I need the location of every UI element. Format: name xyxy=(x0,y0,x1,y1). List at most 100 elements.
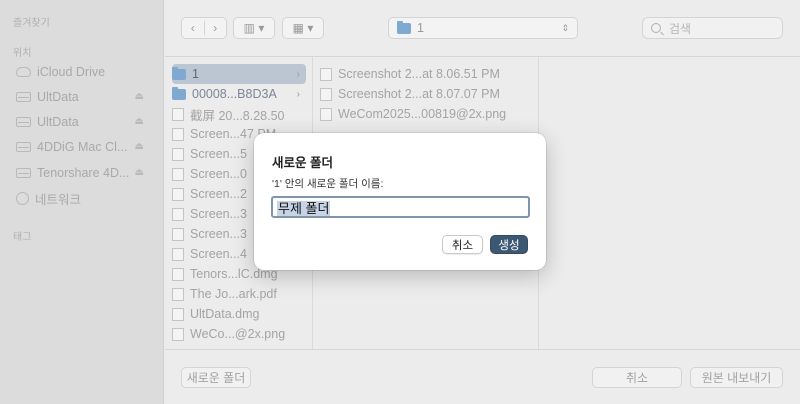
dmg-file-icon xyxy=(172,307,184,321)
sidebar: 즐겨찾기 위치 iCloud Drive UltData ⏏ UltData ⏏… xyxy=(0,0,164,404)
cancel-button[interactable]: 취소 xyxy=(592,367,682,388)
item-label: 1 xyxy=(192,67,199,81)
search-input[interactable]: 검색 xyxy=(642,17,783,39)
image-file-icon xyxy=(172,327,184,341)
file-dialog-window: 즐겨찾기 위치 iCloud Drive UltData ⏏ UltData ⏏… xyxy=(0,0,800,404)
item-label: UltData.dmg xyxy=(190,307,260,321)
sidebar-locations-header: 위치 xyxy=(13,48,32,59)
image-file-icon xyxy=(172,227,184,241)
new-folder-button[interactable]: 새로운 폴더 xyxy=(181,367,251,388)
globe-icon xyxy=(16,191,29,205)
sidebar-item-network[interactable]: 네트워크 xyxy=(16,187,156,209)
forward-button[interactable]: › xyxy=(205,21,227,35)
eject-icon[interactable]: ⏏ xyxy=(135,141,144,152)
item-label: Screen...4 xyxy=(190,247,247,261)
nav-buttons: ‹ › xyxy=(181,17,227,39)
sidebar-tags-header: 태그 xyxy=(13,232,32,243)
list-item[interactable]: UltData.dmg xyxy=(172,304,259,324)
item-label: 00008...B8D3A xyxy=(192,87,277,101)
dialog-title: 새로운 폴더 xyxy=(272,156,333,170)
item-label: Screen...3 xyxy=(190,207,247,221)
search-placeholder: 검색 xyxy=(669,21,692,36)
folder-icon xyxy=(172,66,186,80)
chevron-right-icon: › xyxy=(296,88,300,100)
folder-icon xyxy=(172,86,186,100)
sidebar-favorites-header: 즐겨찾기 xyxy=(13,18,50,29)
pdf-file-icon xyxy=(172,287,184,301)
chevron-updown-icon: ⇕ xyxy=(561,22,569,33)
bottom-bar: 새로운 폴더 취소 원본 내보내기 xyxy=(165,349,800,404)
chevron-right-icon: › xyxy=(296,68,300,80)
folder-name-value: 무제 폴더 xyxy=(277,201,331,216)
eject-icon[interactable]: ⏏ xyxy=(135,116,144,127)
sidebar-item-icloud-drive[interactable]: iCloud Drive xyxy=(16,61,156,83)
folder-icon xyxy=(397,20,411,34)
column-view-button[interactable]: ▥ ▾ xyxy=(233,17,275,39)
eject-icon[interactable]: ⏏ xyxy=(135,91,144,102)
item-label: Screen...5 xyxy=(190,147,247,161)
sidebar-item-label: iCloud Drive xyxy=(37,65,106,79)
list-item[interactable]: 00008...B8D3A › xyxy=(172,84,306,104)
search-icon xyxy=(651,23,661,33)
create-button[interactable]: 생성 xyxy=(490,235,528,254)
image-file-icon xyxy=(172,107,184,121)
disk-icon xyxy=(16,117,31,127)
disk-icon xyxy=(16,92,31,102)
sidebar-item-ultdata-2[interactable]: UltData ⏏ xyxy=(16,111,156,133)
item-label: WeCom2025...00819@2x.png xyxy=(338,107,507,121)
sidebar-item-label: UltData xyxy=(37,90,79,104)
image-file-icon xyxy=(320,107,332,121)
list-item[interactable]: Screenshot 2...at 8.07.07 PM xyxy=(320,84,500,104)
list-item[interactable]: The Jo...ark.pdf xyxy=(172,284,277,304)
item-label: 截屏 20...8.28.50 xyxy=(190,108,285,123)
sidebar-item-label: 4DDiG Mac Cl... xyxy=(37,140,128,154)
image-file-icon xyxy=(320,87,332,101)
item-label: Screen...2 xyxy=(190,187,247,201)
path-label: 1 xyxy=(417,21,424,35)
column-3[interactable] xyxy=(539,57,800,349)
list-item[interactable]: Screen...5 xyxy=(172,144,247,164)
item-label: WeCo...@2x.png xyxy=(190,327,286,341)
folder-name-field[interactable]: 무제 폴더 xyxy=(271,196,530,218)
sidebar-item-label: Tenorshare 4D... xyxy=(37,166,130,180)
list-item[interactable]: Screenshot 2...at 8.06.51 PM xyxy=(320,64,500,84)
list-item[interactable]: Screen...4 xyxy=(172,244,247,264)
sidebar-item-4ddig[interactable]: 4DDiG Mac Cl... ⏏ xyxy=(16,136,156,158)
list-item[interactable]: Screen...3 xyxy=(172,204,247,224)
sidebar-item-label: 네트워크 xyxy=(35,192,82,207)
dmg-file-icon xyxy=(172,267,184,281)
list-item[interactable]: 截屏 20...8.28.50 xyxy=(172,104,285,124)
image-file-icon xyxy=(172,207,184,221)
list-item[interactable]: Screen...3 xyxy=(172,224,247,244)
eject-icon[interactable]: ⏏ xyxy=(135,167,144,178)
image-file-icon xyxy=(320,67,332,81)
export-original-button[interactable]: 원본 내보내기 xyxy=(690,367,783,388)
image-file-icon xyxy=(172,147,184,161)
image-file-icon xyxy=(172,167,184,181)
item-label: The Jo...ark.pdf xyxy=(190,287,277,301)
new-folder-dialog: 새로운 폴더 '1' 안의 새로운 폴더 이름: 무제 폴더 취소 생성 xyxy=(254,133,546,270)
item-label: Screen...3 xyxy=(190,227,247,241)
group-view-button[interactable]: ▦ ▾ xyxy=(282,17,324,39)
image-file-icon xyxy=(172,187,184,201)
list-item[interactable]: WeCom2025...00819@2x.png xyxy=(320,104,506,124)
sidebar-item-label: UltData xyxy=(37,115,79,129)
item-label: Screen...0 xyxy=(190,167,247,181)
sidebar-item-ultdata-1[interactable]: UltData ⏏ xyxy=(16,86,156,108)
image-file-icon xyxy=(172,247,184,261)
disk-icon xyxy=(16,168,31,178)
list-item[interactable]: Screen...2 xyxy=(172,184,247,204)
list-item[interactable]: WeCo...@2x.png xyxy=(172,324,285,344)
dialog-cancel-button[interactable]: 취소 xyxy=(442,235,483,254)
back-button[interactable]: ‹ xyxy=(182,21,204,35)
sidebar-item-tenorshare[interactable]: Tenorshare 4D... ⏏ xyxy=(16,162,156,184)
item-label: Screenshot 2...at 8.06.51 PM xyxy=(338,67,500,81)
cloud-icon xyxy=(16,67,31,77)
item-label: Screenshot 2...at 8.07.07 PM xyxy=(338,87,500,101)
image-file-icon xyxy=(172,127,184,141)
list-item[interactable]: 1 › xyxy=(172,64,306,84)
dialog-field-label: '1' 안의 새로운 폴더 이름: xyxy=(272,178,384,190)
disk-icon xyxy=(16,142,31,152)
path-popup[interactable]: 1 ⇕ xyxy=(388,17,578,39)
list-item[interactable]: Screen...0 xyxy=(172,164,247,184)
